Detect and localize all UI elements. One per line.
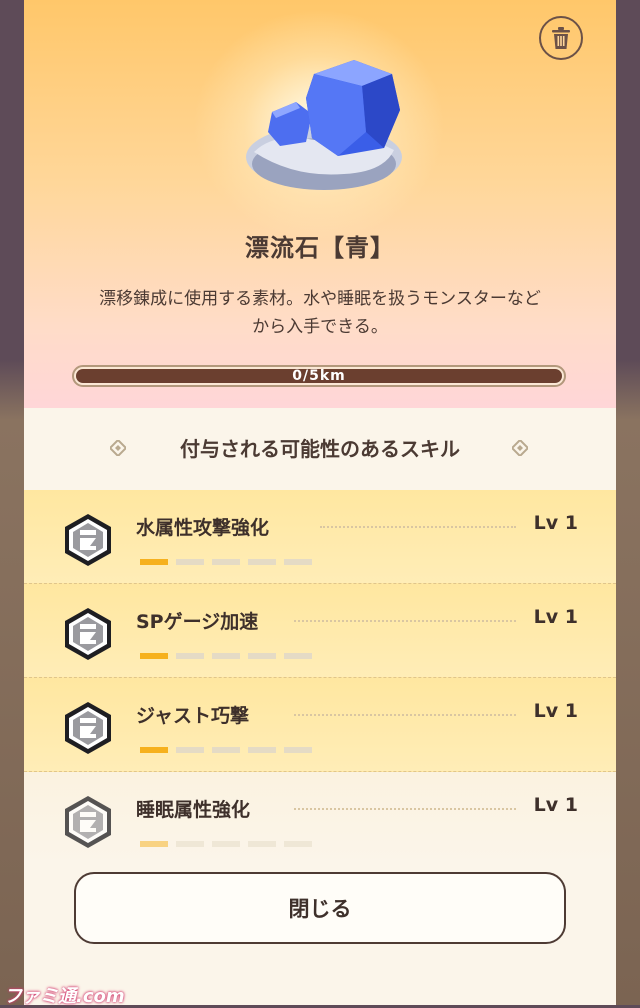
skill-name: SPゲージ加速 xyxy=(136,611,259,633)
drift-stone-blue-image xyxy=(246,60,402,190)
level-pip xyxy=(212,747,240,753)
dotted-leader xyxy=(320,526,516,528)
skill-level: Lv 1 xyxy=(533,700,578,722)
close-button[interactable]: 閉じる xyxy=(74,872,566,944)
level-pip xyxy=(284,559,312,565)
skill-level-bars xyxy=(140,832,320,851)
delete-button[interactable] xyxy=(539,16,583,60)
skill-row[interactable]: 睡眠属性強化 Lv 1 xyxy=(24,772,616,865)
level-pip xyxy=(212,841,240,847)
skill-row[interactable]: ジャスト巧撃 Lv 1 xyxy=(24,678,616,772)
skill-badge-icon xyxy=(65,702,111,754)
skill-badge-icon xyxy=(65,796,111,848)
level-pip xyxy=(212,559,240,565)
skill-badge-icon xyxy=(65,608,111,660)
level-pip xyxy=(284,747,312,753)
skill-row[interactable]: SPゲージ加速 Lv 1 xyxy=(24,584,616,678)
level-pip xyxy=(284,841,312,847)
level-pip xyxy=(248,653,276,659)
item-title: 漂流石【青】 xyxy=(245,234,395,262)
skill-level: Lv 1 xyxy=(533,794,578,816)
level-pip xyxy=(140,747,168,753)
level-pip xyxy=(248,559,276,565)
skill-name: 睡眠属性強化 xyxy=(136,799,251,821)
item-description-line: 漂移錬成に使用する素材。水や睡眠を扱うモンスターなど xyxy=(99,289,541,309)
trash-icon xyxy=(552,27,570,49)
item-header: 漂流石【青】 漂移錬成に使用する素材。水や睡眠を扱うモンスターなど から入手でき… xyxy=(24,0,616,408)
skill-row[interactable]: 水属性攻撃強化 Lv 1 xyxy=(24,490,616,584)
level-pip xyxy=(140,841,168,847)
skill-level: Lv 1 xyxy=(533,512,578,534)
skill-level-bars xyxy=(140,738,320,757)
level-pip xyxy=(176,747,204,753)
level-pip xyxy=(176,653,204,659)
skill-level-bars xyxy=(140,644,320,663)
watermark-logo: ファミ通.com xyxy=(4,986,125,1007)
level-pip xyxy=(248,841,276,847)
progress-text: 0/5km xyxy=(292,368,346,384)
distance-progress-bar: 0/5km xyxy=(72,365,566,387)
skill-name: 水属性攻撃強化 xyxy=(136,517,270,539)
skill-level-bars xyxy=(140,550,320,569)
skill-name: ジャスト巧撃 xyxy=(136,705,250,727)
level-pip xyxy=(140,653,168,659)
level-pip xyxy=(140,559,168,565)
dotted-leader xyxy=(294,808,516,810)
dotted-leader xyxy=(294,620,516,622)
skill-level: Lv 1 xyxy=(533,606,578,628)
item-description: 漂移錬成に使用する素材。水や睡眠を扱うモンスターなど から入手できる。 xyxy=(54,285,586,341)
skill-badge-icon xyxy=(65,514,111,566)
level-pip xyxy=(176,559,204,565)
level-pip xyxy=(248,747,276,753)
level-pip xyxy=(284,653,312,659)
dotted-leader xyxy=(294,714,516,716)
level-pip xyxy=(212,653,240,659)
level-pip xyxy=(176,841,204,847)
item-description-line: から入手できる。 xyxy=(252,317,388,337)
item-detail-panel: 漂流石【青】 漂移錬成に使用する素材。水や睡眠を扱うモンスターなど から入手でき… xyxy=(24,0,616,1005)
diamond-icon xyxy=(512,440,528,456)
